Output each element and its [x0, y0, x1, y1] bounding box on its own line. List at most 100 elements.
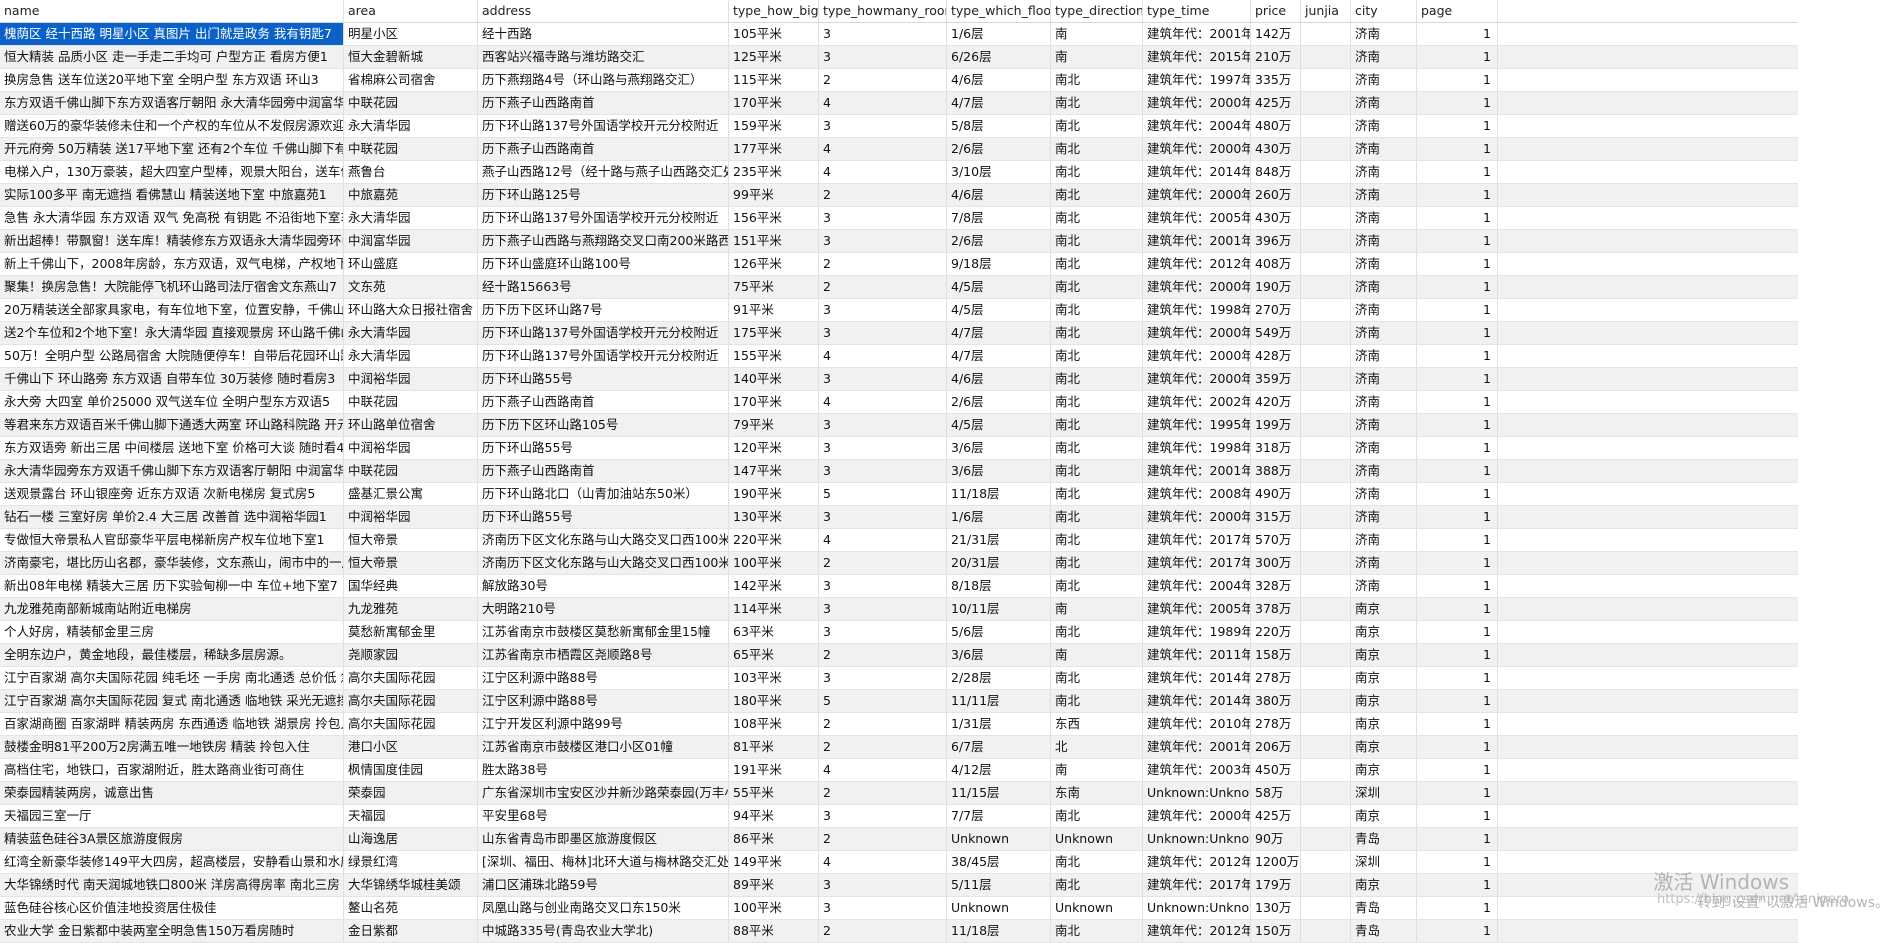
cell-name[interactable]: 送2个车位和2个地下室！永大清华园 直接观景房 环山路千佛山6	[0, 322, 344, 344]
cell-price[interactable]: 848万	[1251, 161, 1301, 183]
cell-type_direction[interactable]: 南北	[1051, 483, 1143, 505]
cell-city[interactable]: 济南	[1351, 552, 1417, 574]
cell-type_direction[interactable]: 南	[1051, 46, 1143, 68]
table-row[interactable]: 送观景露台 环山银座旁 近东方双语 次新电梯房 复式房5 盛基汇景公寓 历下环山路北…	[0, 483, 1798, 506]
cell-type_time[interactable]: 建筑年代：2000年	[1143, 345, 1251, 367]
cell-type_which_floor[interactable]: 11/18层	[947, 483, 1051, 505]
cell-type_how_big[interactable]: 79平米	[729, 414, 819, 436]
column-header-junjia[interactable]: junjia	[1301, 0, 1351, 22]
cell-area[interactable]: 永大清华园	[344, 322, 478, 344]
cell-price[interactable]: 480万	[1251, 115, 1301, 137]
cell-type_which_floor[interactable]: 3/6层	[947, 644, 1051, 666]
table-row[interactable]: 开元府旁 50万精装 送17平地下室 还有2个车位 千佛山脚下有钥匙4 中联花园历…	[0, 138, 1798, 161]
cell-type_time[interactable]: 建筑年代：2002年	[1143, 391, 1251, 413]
cell-city[interactable]: 济南	[1351, 414, 1417, 436]
cell-type_which_floor[interactable]: 5/8层	[947, 115, 1051, 137]
cell-address[interactable]: 历下燕翔路4号（环山路与燕翔路交汇）	[478, 69, 729, 91]
cell-address[interactable]: 平安里68号	[478, 805, 729, 827]
cell-type_howmany_room[interactable]: 3	[819, 115, 947, 137]
cell-area[interactable]: 尧顺家园	[344, 644, 478, 666]
result-grid[interactable]: name area address type_how_big type_howmany_…	[0, 0, 1798, 943]
cell-city[interactable]: 南京	[1351, 621, 1417, 643]
cell-junjia[interactable]	[1301, 874, 1351, 896]
cell-page[interactable]: 1	[1417, 920, 1498, 942]
cell-type_direction[interactable]: 南北	[1051, 391, 1143, 413]
cell-name[interactable]: 农业大学 金日紫都中装两室全明急售150万看房随时	[0, 920, 344, 942]
cell-type_which_floor[interactable]: 4/5层	[947, 276, 1051, 298]
cell-type_direction[interactable]: 南北	[1051, 115, 1143, 137]
cell-address[interactable]: 江宁开发区利源中路99号	[478, 713, 729, 735]
cell-junjia[interactable]	[1301, 460, 1351, 482]
cell-type_time[interactable]: 建筑年代：2000年	[1143, 276, 1251, 298]
table-row[interactable]: 等君来东方双语百米千佛山脚下通透大两室 环山路科院路 开元山庄 环山路单位宿舍 历下…	[0, 414, 1798, 437]
table-row[interactable]: 实际100多平 南无遮挡 看佛慧山 精装送地下室 中旅嘉苑1 中旅嘉苑 历下环山路1…	[0, 184, 1798, 207]
cell-type_howmany_room[interactable]: 4	[819, 345, 947, 367]
cell-type_howmany_room[interactable]: 4	[819, 138, 947, 160]
cell-price[interactable]: 388万	[1251, 460, 1301, 482]
cell-city[interactable]: 济南	[1351, 368, 1417, 390]
cell-junjia[interactable]	[1301, 713, 1351, 735]
cell-type_howmany_room[interactable]: 2	[819, 920, 947, 942]
cell-type_time[interactable]: 建筑年代：2014年	[1143, 690, 1251, 712]
cell-area[interactable]: 绿景红湾	[344, 851, 478, 873]
cell-address[interactable]: [深圳、福田、梅林]北环大道与梅林路交汇处（下梅林村...	[478, 851, 729, 873]
cell-price[interactable]: 300万	[1251, 552, 1301, 574]
cell-type_how_big[interactable]: 175平米	[729, 322, 819, 344]
cell-type_how_big[interactable]: 156平米	[729, 207, 819, 229]
cell-type_time[interactable]: 建筑年代：1997年	[1143, 69, 1251, 91]
cell-price[interactable]: 430万	[1251, 207, 1301, 229]
cell-type_direction[interactable]: 南北	[1051, 805, 1143, 827]
cell-name[interactable]: 恒大精装 品质小区 走一手走二手均可 户型方正 看房方便1	[0, 46, 344, 68]
cell-area[interactable]: 荣泰园	[344, 782, 478, 804]
cell-price[interactable]: 179万	[1251, 874, 1301, 896]
cell-type_how_big[interactable]: 220平米	[729, 529, 819, 551]
cell-type_how_big[interactable]: 91平米	[729, 299, 819, 321]
cell-junjia[interactable]	[1301, 598, 1351, 620]
cell-type_howmany_room[interactable]: 5	[819, 483, 947, 505]
cell-area[interactable]: 环山盛庭	[344, 253, 478, 275]
table-row[interactable]: 九龙雅苑南部新城南站附近电梯房 九龙雅苑 大明路210号 114平米 3 10/11层南建…	[0, 598, 1798, 621]
cell-type_which_floor[interactable]: 4/6层	[947, 69, 1051, 91]
column-header-price[interactable]: price	[1251, 0, 1301, 22]
cell-area[interactable]: 文东苑	[344, 276, 478, 298]
table-row[interactable]: 永大清华园旁东方双语千佛山脚下东方双语客厅朝阳 中润富华园旁 中联花园 历下燕子山西…	[0, 460, 1798, 483]
cell-type_direction[interactable]: 南北	[1051, 414, 1143, 436]
cell-address[interactable]: 江苏省南京市鼓楼区莫愁新寓郁金里15幢	[478, 621, 729, 643]
cell-type_how_big[interactable]: 89平米	[729, 874, 819, 896]
cell-city[interactable]: 深圳	[1351, 851, 1417, 873]
cell-type_time[interactable]: 建筑年代：2017年	[1143, 529, 1251, 551]
cell-address[interactable]: 历下历下区环山路7号	[478, 299, 729, 321]
cell-city[interactable]: 南京	[1351, 759, 1417, 781]
cell-address[interactable]: 历下燕子山西路南首	[478, 92, 729, 114]
cell-area[interactable]: 枫情国度佳园	[344, 759, 478, 781]
table-row[interactable]: 送2个车位和2个地下室！永大清华园 直接观景房 环山路千佛山6 永大清华园 历下环山…	[0, 322, 1798, 345]
cell-type_direction[interactable]: 南北	[1051, 207, 1143, 229]
cell-type_howmany_room[interactable]: 3	[819, 230, 947, 252]
cell-junjia[interactable]	[1301, 230, 1351, 252]
cell-type_direction[interactable]: 南北	[1051, 437, 1143, 459]
cell-city[interactable]: 济南	[1351, 46, 1417, 68]
cell-junjia[interactable]	[1301, 644, 1351, 666]
cell-type_time[interactable]: 建筑年代：2004年	[1143, 575, 1251, 597]
cell-address[interactable]: 经十路15663号	[478, 276, 729, 298]
cell-area[interactable]: 国华经典	[344, 575, 478, 597]
cell-page[interactable]: 1	[1417, 207, 1498, 229]
table-row[interactable]: 全明东边户，黄金地段，最佳楼层，稀缺多层房源。 尧顺家园 江苏省南京市栖霞区尧顺路8…	[0, 644, 1798, 667]
cell-name[interactable]: 新出超棒！带飘窗！送车库！精装修东方双语永大清华园旁环山路4	[0, 230, 344, 252]
cell-price[interactable]: 278万	[1251, 667, 1301, 689]
cell-junjia[interactable]	[1301, 506, 1351, 528]
cell-type_time[interactable]: Unknown:Unknown	[1143, 828, 1251, 850]
cell-junjia[interactable]	[1301, 184, 1351, 206]
cell-type_time[interactable]: 建筑年代：2000年	[1143, 805, 1251, 827]
cell-type_how_big[interactable]: 126平米	[729, 253, 819, 275]
cell-price[interactable]: 408万	[1251, 253, 1301, 275]
cell-type_howmany_room[interactable]: 3	[819, 575, 947, 597]
cell-city[interactable]: 南京	[1351, 713, 1417, 735]
cell-type_time[interactable]: 建筑年代：2017年	[1143, 552, 1251, 574]
cell-area[interactable]: 燕鲁台	[344, 161, 478, 183]
cell-name[interactable]: 蓝色硅谷核心区价值洼地投资居住极佳	[0, 897, 344, 919]
cell-junjia[interactable]	[1301, 483, 1351, 505]
cell-type_which_floor[interactable]: 2/6层	[947, 138, 1051, 160]
cell-type_how_big[interactable]: 177平米	[729, 138, 819, 160]
cell-price[interactable]: 90万	[1251, 828, 1301, 850]
